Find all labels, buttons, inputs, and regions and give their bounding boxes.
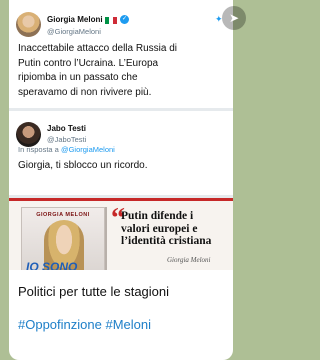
signature: Giorgia Meloni — [167, 256, 211, 264]
message-caption: Politici per tutte le stagioni — [18, 284, 170, 299]
tweet-text: Inaccettabile attacco della Russia di Pu… — [18, 42, 228, 100]
italy-flag-icon — [105, 17, 117, 24]
hashtag-link[interactable]: #Oppofinzione — [18, 317, 102, 332]
tweet-line: ripiomba in un passato che — [18, 72, 138, 83]
tweet-line: Inaccettabile attacco della Russia di — [18, 43, 177, 54]
share-icon[interactable]: ➤ — [222, 6, 246, 30]
book-cover: GIORGIA MELONI IO SONO — [21, 207, 105, 270]
avatar — [16, 12, 41, 37]
quote-text: Putin difende i valori europei e l’ident… — [121, 210, 229, 248]
tweet-line: Putin contro l’Ucraina. L’Europa — [18, 57, 159, 69]
avatar — [16, 122, 41, 147]
quote-line: l’identità cristiana — [121, 235, 212, 247]
reply-prefix: In risposta a — [18, 145, 59, 154]
reply-mention: @GiorgiaMeloni — [60, 145, 115, 154]
tweet-author-name: Giorgia Meloni — [47, 15, 103, 24]
message-bubble: Giorgia Meloni ✓ @GiorgiaMeloni ✦ Inacce… — [9, 0, 233, 360]
quote-line: valori europei e — [121, 222, 198, 235]
reply-text: Giorgia, ti sblocco un ricordo. — [18, 160, 148, 171]
book-author: GIORGIA MELONI — [36, 212, 90, 218]
tweet-line: speravamo di non rivivere più. — [18, 86, 152, 98]
tweet-meloni: Giorgia Meloni ✓ @GiorgiaMeloni ✦ Inacce… — [9, 0, 233, 108]
hashtag-row: #Oppofinzione #Meloni — [18, 317, 151, 332]
book-title: IO SONO — [26, 260, 78, 270]
quote-advert: GIORGIA MELONI IO SONO “ Putin difende i… — [9, 198, 233, 270]
hashtag-link[interactable]: #Meloni — [105, 317, 151, 332]
quote-line: Putin difende i — [121, 210, 194, 222]
attached-image[interactable]: Giorgia Meloni ✓ @GiorgiaMeloni ✦ Inacce… — [9, 0, 233, 270]
tweet-author-handle: @JaboTesti — [47, 135, 87, 144]
tweet-author-handle: @GiorgiaMeloni — [47, 27, 101, 36]
verified-icon: ✓ — [120, 15, 129, 24]
reply-indicator: In risposta a @GiorgiaMeloni — [18, 145, 115, 154]
tweet-author-name: Jabo Testi — [47, 124, 86, 133]
